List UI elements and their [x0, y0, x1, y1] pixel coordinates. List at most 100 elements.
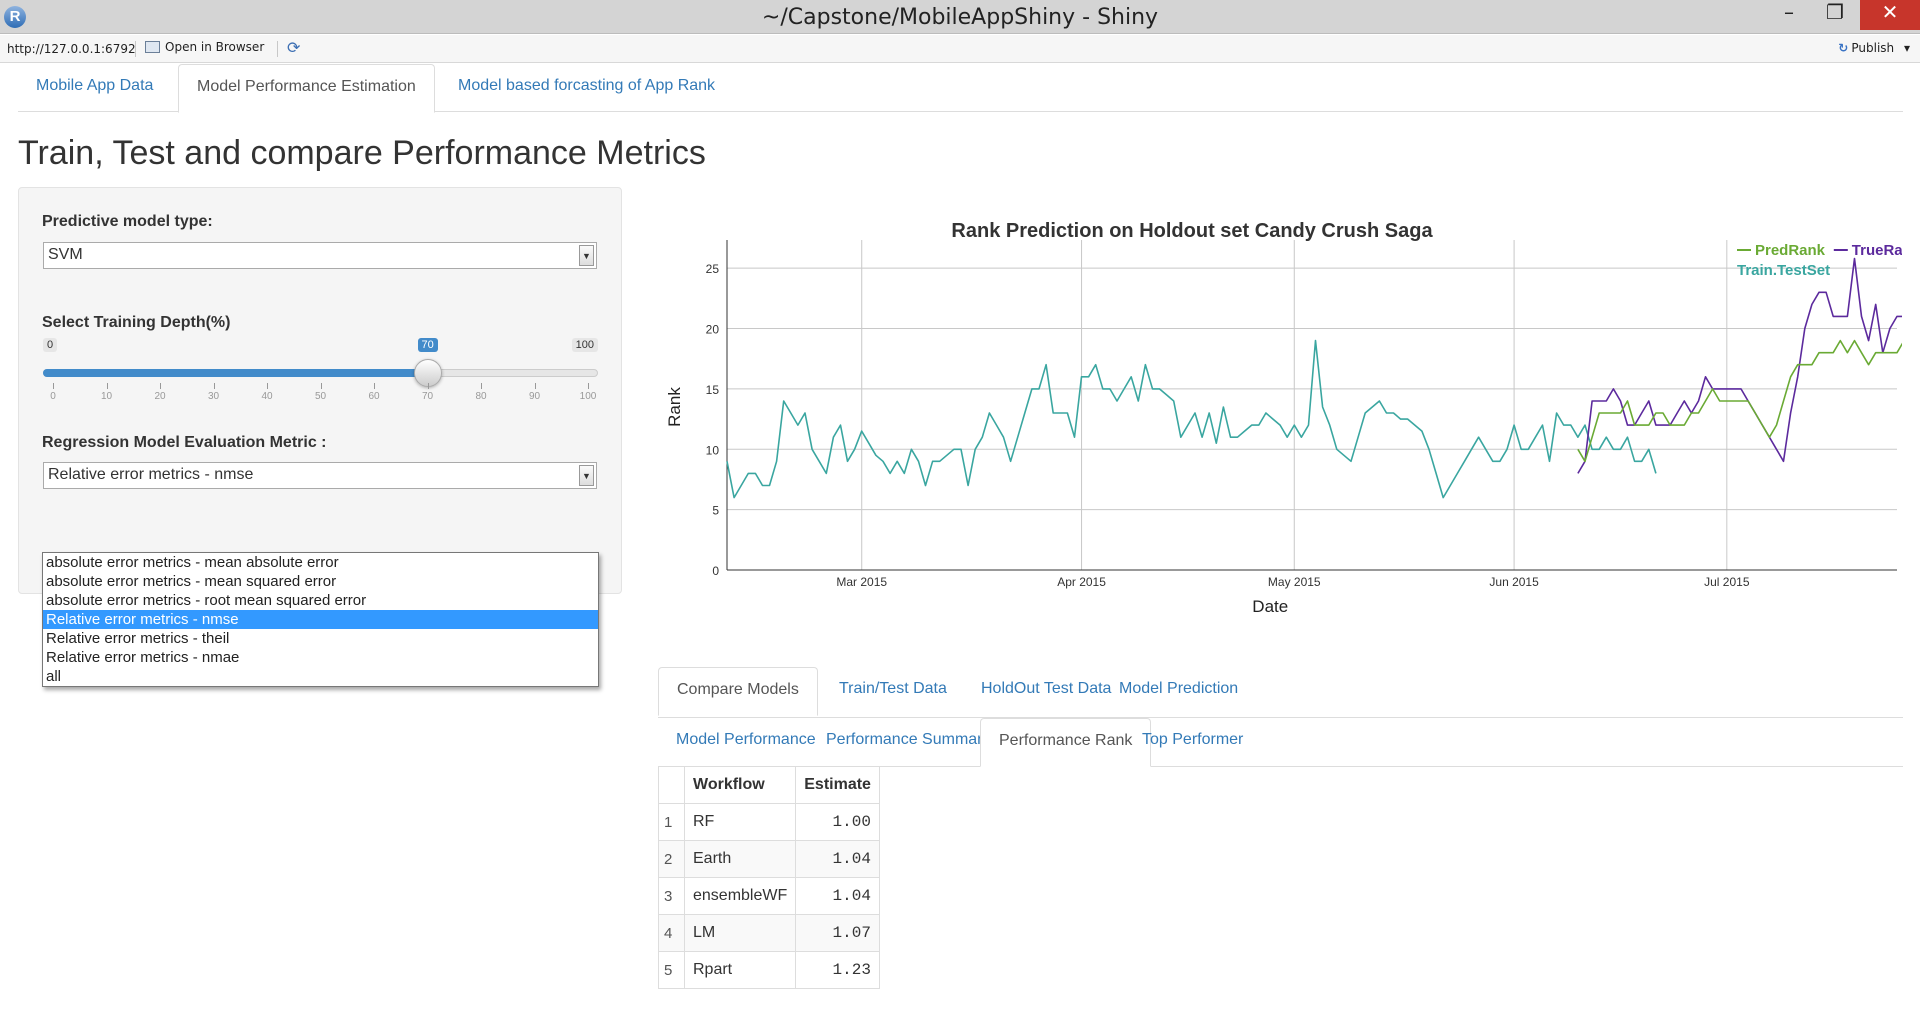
- legend-label: PredRank: [1755, 242, 1826, 259]
- metric-option[interactable]: Relative error metrics - nmae: [43, 648, 598, 667]
- table-header-workflow: Workflow: [683, 766, 797, 804]
- slider-tick-label: 10: [100, 391, 113, 402]
- estimate-cell: 1.04: [795, 840, 880, 878]
- estimate-cell: 1.04: [795, 877, 880, 915]
- chevron-down-icon: ▼: [579, 245, 594, 266]
- x-tick-label: Apr 2015: [1057, 575, 1106, 589]
- slider-tick-label: 80: [475, 391, 487, 402]
- tab-mobile-app-data[interactable]: Mobile App Data: [18, 64, 171, 113]
- model-type-select[interactable]: SVM ▼: [43, 242, 597, 269]
- publish-label: Publish: [1851, 41, 1895, 55]
- slider-tick-label: 50: [314, 391, 327, 402]
- open-in-browser-label: Open in Browser: [165, 40, 265, 54]
- viewer-url: http://127.0.0.1:6792: [7, 42, 136, 56]
- toolbar-divider: [277, 41, 278, 57]
- y-tick-label: 15: [706, 383, 720, 397]
- row-index: 5: [658, 951, 685, 989]
- table-row: 1 RF 1.00: [658, 803, 880, 841]
- training-depth-label: Select Training Depth(%): [42, 314, 231, 331]
- slider-value-label: 70: [417, 338, 438, 352]
- table-row: 4 LM 1.07: [658, 914, 880, 952]
- workflow-cell: Earth: [683, 840, 797, 878]
- slider-tick-label: 90: [528, 391, 541, 402]
- workflow-cell: ensembleWF: [683, 877, 797, 915]
- slider-tick-label: 70: [421, 391, 434, 402]
- slider-tick: [106, 383, 108, 389]
- legend-label: TrueRank: [1852, 242, 1902, 259]
- slider-tick-label: 100: [579, 391, 597, 402]
- evaluation-metric-value: Relative error metrics - nmse: [48, 466, 254, 483]
- estimate-cell: 1.23: [795, 951, 880, 989]
- table-row: 2 Earth 1.04: [658, 840, 880, 878]
- page-title: Train, Test and compare Performance Metr…: [18, 134, 706, 172]
- tab-model-forecasting[interactable]: Model based forcasting of App Rank: [440, 64, 733, 113]
- open-in-browser-button[interactable]: Open in Browser: [145, 40, 264, 54]
- tab-performance-summary[interactable]: Performance Summary: [808, 718, 1009, 767]
- viewer-toolbar: http://127.0.0.1:6792 Open in Browser ⟳ …: [0, 35, 1920, 63]
- slider-tick-label: 30: [207, 391, 220, 402]
- slider-tick: [374, 383, 375, 389]
- main-tabset: Mobile App Data Model Performance Estima…: [18, 64, 1903, 113]
- slider-tick-label: 0: [50, 391, 56, 402]
- y-tick-label: 20: [706, 323, 720, 337]
- metric-option[interactable]: Relative error metrics - theil: [43, 629, 598, 648]
- tab-model-prediction[interactable]: Model Prediction: [1101, 667, 1256, 716]
- tab-train-test-data[interactable]: Train/Test Data: [821, 667, 965, 716]
- x-tick-label: Jul 2015: [1704, 575, 1750, 589]
- y-axis-label: Rank: [665, 387, 684, 427]
- tab-top-performer[interactable]: Top Performer: [1124, 718, 1261, 767]
- publish-button[interactable]: ↻ Publish ▾: [1838, 41, 1910, 55]
- close-button[interactable]: ✕: [1860, 0, 1920, 30]
- table-row: 3 ensembleWF 1.04: [658, 877, 880, 915]
- row-index: 1: [658, 803, 685, 841]
- evaluation-metric-label: Regression Model Evaluation Metric :: [42, 434, 327, 451]
- series-line-predrank: [1577, 339, 1902, 463]
- x-tick-label: May 2015: [1268, 575, 1321, 589]
- slider-tick: [481, 383, 482, 389]
- workflow-cell: Rpart: [683, 951, 797, 989]
- workflow-cell: RF: [683, 803, 797, 841]
- rank-prediction-chart: Rank Prediction on Holdout set Candy Cru…: [652, 184, 1902, 736]
- slider-tick: [213, 383, 215, 389]
- table-header-row: Workflow Estimate: [658, 766, 880, 804]
- x-tick-label: Mar 2015: [836, 575, 887, 589]
- slider-tick-label: 60: [368, 391, 380, 402]
- x-tick-label: Jun 2015: [1489, 575, 1539, 589]
- slider-tick: [160, 383, 161, 389]
- y-tick-label: 5: [712, 504, 719, 518]
- compare-models-tabset: Model Performance Performance Summary Pe…: [658, 718, 1903, 767]
- performance-rank-table: Workflow Estimate 1 RF 1.00 2 Earth 1.04 3 ense…: [658, 766, 880, 989]
- metric-option[interactable]: Relative error metrics - nmse: [43, 610, 598, 629]
- y-tick-label: 10: [706, 443, 720, 457]
- y-tick-label: 0: [712, 564, 719, 578]
- slider-tick-label: 40: [261, 391, 273, 402]
- tab-compare-models[interactable]: Compare Models: [658, 667, 818, 716]
- chevron-down-icon: ▼: [579, 465, 594, 486]
- metric-option[interactable]: all: [43, 667, 598, 686]
- slider-tick: [53, 383, 54, 389]
- metric-option[interactable]: absolute error metrics - mean squared er…: [43, 572, 598, 591]
- series-line-train-testset: [726, 339, 1657, 499]
- evaluation-metric-dropdown-list[interactable]: absolute error metrics - mean absolute e…: [42, 552, 599, 687]
- maximize-button[interactable]: ❐: [1812, 0, 1858, 30]
- window-title: ~/Capstone/MobileAppShiny - Shiny: [761, 5, 1159, 30]
- training-depth-slider[interactable]: 0 100 70 0 10 20 30 40 50 60 70 80 90 100: [43, 338, 598, 402]
- row-index: 3: [658, 877, 685, 915]
- chart-title: Rank Prediction on Holdout set Candy Cru…: [951, 220, 1433, 242]
- tab-model-performance-estimation[interactable]: Model Performance Estimation: [178, 64, 435, 113]
- shiny-page: Mobile App Data Model Performance Estima…: [0, 64, 1920, 1012]
- browser-window-icon: [145, 41, 160, 53]
- x-axis-label: Date: [1252, 597, 1288, 616]
- metric-option[interactable]: absolute error metrics - root mean squar…: [43, 591, 598, 610]
- slider-tick: [267, 383, 268, 389]
- slider-tick: [534, 383, 536, 389]
- row-index: 2: [658, 840, 685, 878]
- refresh-icon[interactable]: ⟳: [287, 38, 300, 57]
- metric-option[interactable]: absolute error metrics - mean absolute e…: [43, 553, 598, 572]
- minimize-button[interactable]: –: [1766, 0, 1812, 30]
- output-tabset: Compare Models Train/Test Data HoldOut T…: [658, 667, 1903, 718]
- toolbar-divider: [135, 41, 136, 57]
- evaluation-metric-select[interactable]: Relative error metrics - nmse ▼: [43, 462, 597, 489]
- workflow-cell: LM: [683, 914, 797, 952]
- estimate-cell: 1.00: [795, 803, 880, 841]
